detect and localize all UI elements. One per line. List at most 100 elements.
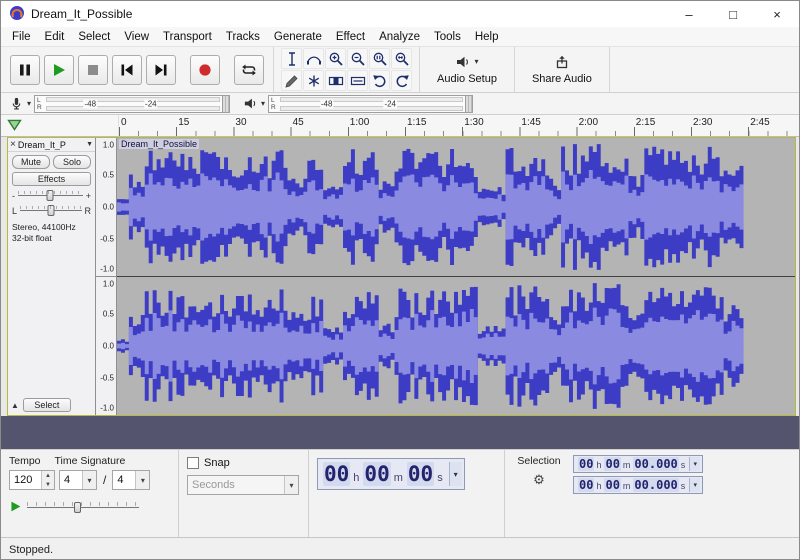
snap-mode-dropdown[interactable]: Seconds▾	[187, 475, 299, 495]
menu-tracks[interactable]: Tracks	[219, 29, 267, 45]
menu-tools[interactable]: Tools	[427, 29, 468, 45]
zoom-in-button[interactable]	[325, 48, 346, 69]
tempo-label: Tempo	[9, 455, 41, 467]
vertical-ruler-left[interactable]: 1.00.50.0-0.5-1.0	[96, 138, 116, 277]
gain-slider-thumb[interactable]	[47, 190, 54, 201]
main-toolbar: ▾ Audio Setup Share Audio	[1, 47, 799, 93]
menu-help[interactable]: Help	[468, 29, 506, 45]
menu-view[interactable]: View	[117, 29, 156, 45]
zoom-fit-button[interactable]	[391, 48, 412, 69]
pan-slider-thumb[interactable]	[47, 205, 54, 216]
solo-button[interactable]: Solo	[53, 155, 91, 169]
meter-resize-grip[interactable]	[465, 96, 472, 112]
skip-to-end-button[interactable]	[146, 55, 176, 85]
gain-min-label: -	[12, 191, 15, 201]
microphone-icon[interactable]	[9, 96, 24, 112]
time-seconds[interactable]: 00	[407, 462, 434, 486]
meter-toolbars: ▾ LR -48 -24 ▾ LR -48 -24	[1, 93, 799, 115]
tempo-spinbox[interactable]: 120 ▲▼	[9, 470, 55, 490]
select-button[interactable]: Select	[23, 398, 71, 412]
chevron-down-icon[interactable]: ▾	[284, 476, 298, 494]
track-menu-arrow[interactable]: ▼	[86, 141, 93, 148]
scale-label: -0.5	[100, 234, 114, 243]
speaker-icon[interactable]	[243, 96, 258, 111]
menu-transport[interactable]: Transport	[156, 29, 219, 45]
gain-slider[interactable]: - +	[12, 190, 91, 201]
timeline-ruler[interactable]: 01530451:001:151:301:452:002:152:302:45	[119, 115, 799, 136]
time-hours[interactable]: 00	[323, 462, 350, 486]
track-name[interactable]: Dream_It_P	[18, 140, 84, 150]
menu-generate[interactable]: Generate	[267, 29, 329, 45]
playback-meter[interactable]: LR -48 -24	[268, 95, 473, 113]
menu-bar: FileEditSelectViewTransportTracksGenerat…	[1, 27, 799, 47]
selection-tool-button[interactable]	[281, 48, 302, 69]
zoom-selection-button[interactable]	[369, 48, 390, 69]
time-format-dropdown[interactable]: ▾	[449, 462, 462, 486]
menu-edit[interactable]: Edit	[38, 29, 72, 45]
meter-resize-grip[interactable]	[222, 96, 229, 112]
skip-to-start-button[interactable]	[112, 55, 142, 85]
menu-effect[interactable]: Effect	[329, 29, 372, 45]
record-button[interactable]	[190, 55, 220, 85]
chevron-down-icon[interactable]: ▾	[27, 100, 31, 108]
maximize-button[interactable]: □	[711, 1, 755, 27]
scale-label: -0.5	[100, 373, 114, 382]
menu-select[interactable]: Select	[71, 29, 117, 45]
waveform-left-channel[interactable]: Dream_It_Possible	[117, 138, 795, 276]
vertical-ruler-right[interactable]: 1.00.50.0-0.5-1.0	[96, 277, 116, 415]
draw-tool-button[interactable]	[281, 70, 302, 91]
undo-button[interactable]	[369, 70, 390, 91]
play-speed-slider[interactable]	[27, 501, 139, 513]
audio-setup-button[interactable]: ▾ Audio Setup	[427, 47, 507, 92]
chevron-down-icon[interactable]: ▾	[261, 100, 265, 108]
selection-end-field[interactable]: 00h 00m 00.000s ▾	[573, 476, 703, 494]
menu-file[interactable]: File	[5, 29, 38, 45]
envelope-tool-button[interactable]	[303, 48, 324, 69]
effects-button[interactable]: Effects	[12, 172, 91, 186]
mute-button[interactable]: Mute	[12, 155, 50, 169]
time-signature-upper-dropdown[interactable]: 4▾	[59, 470, 97, 490]
selection-start-field[interactable]: 00h 00m 00.000s ▾	[573, 455, 703, 473]
scale-label: 1.0	[103, 140, 114, 149]
waveform-right-channel[interactable]	[117, 276, 795, 415]
snap-checkbox[interactable]	[187, 457, 199, 469]
share-audio-toolbar: Share Audio	[515, 47, 610, 92]
zoom-out-button[interactable]	[347, 48, 368, 69]
silence-audio-button[interactable]	[347, 70, 368, 91]
recording-meter[interactable]: LR -48 -24	[34, 95, 230, 113]
menu-analyze[interactable]: Analyze	[372, 29, 427, 45]
loop-button[interactable]	[234, 55, 264, 85]
scale-label: 1.0	[103, 279, 114, 288]
chevron-down-icon[interactable]: ▾	[82, 471, 96, 489]
selection-settings-gear-icon[interactable]: ⚙	[533, 473, 545, 486]
time-display[interactable]: 00h 00m 00s ▾	[317, 458, 465, 490]
redo-button[interactable]	[391, 70, 412, 91]
stop-button[interactable]	[78, 55, 108, 85]
pause-button[interactable]	[10, 55, 40, 85]
close-button[interactable]: ×	[755, 1, 799, 27]
tempo-spinner-arrows[interactable]: ▲▼	[41, 471, 54, 489]
play-pin-icon[interactable]	[7, 119, 22, 134]
multi-tool-button[interactable]	[303, 70, 324, 91]
pan-slider[interactable]: L R	[12, 205, 91, 216]
play-button[interactable]	[44, 55, 74, 85]
collapse-track-button[interactable]: ▲	[11, 401, 19, 410]
selection-toolbar: Selection ⚙ 00h 00m 00.000s ▾ 00h 00m 00…	[505, 450, 799, 537]
selection-format-dropdown[interactable]: ▾	[689, 457, 700, 471]
vertical-ruler[interactable]: 1.00.50.0-0.5-1.0 1.00.50.0-0.5-1.0	[96, 138, 117, 415]
pan-right-label: R	[85, 206, 92, 216]
timeline-tick-2:45: 2:45	[750, 117, 769, 128]
trim-audio-button[interactable]	[325, 70, 346, 91]
play-speed-thumb[interactable]	[74, 502, 81, 513]
chevron-down-icon[interactable]: ▾	[135, 471, 149, 489]
selection-format-dropdown[interactable]: ▾	[689, 478, 700, 492]
audacity-logo-icon	[9, 5, 25, 24]
share-audio-button[interactable]: Share Audio	[522, 47, 602, 92]
minimize-button[interactable]: –	[667, 1, 711, 27]
redo-icon	[394, 73, 410, 89]
waveform-display[interactable]: Dream_It_Possible	[117, 138, 795, 415]
play-at-speed-button[interactable]	[9, 500, 22, 513]
time-minutes[interactable]: 00	[363, 462, 390, 486]
time-signature-lower-dropdown[interactable]: 4▾	[112, 470, 150, 490]
track-close-button[interactable]: ×	[10, 139, 16, 150]
